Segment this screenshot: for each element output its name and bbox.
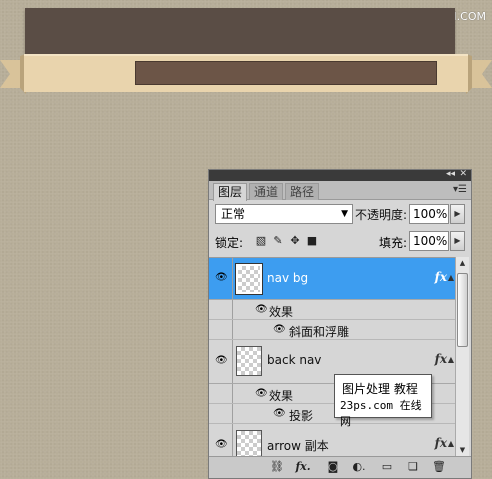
opacity-input[interactable]: 100%	[409, 204, 449, 224]
opacity-label: 不透明度:	[355, 208, 408, 222]
blend-row: 正常 ▼ 不透明度: 100% ▶	[213, 204, 467, 226]
bevel-emboss-label: 斜面和浮雕	[289, 325, 350, 339]
scroll-up-icon[interactable]: ▲	[456, 257, 469, 270]
scroll-thumb[interactable]	[457, 273, 468, 347]
fx-icon[interactable]: fx	[435, 436, 447, 450]
panel-tabs: 图层 通道 路径 ▾☰	[209, 181, 471, 201]
lock-all-icon[interactable]: ■	[306, 234, 318, 247]
expand-effects-icon[interactable]: ▲	[448, 273, 454, 282]
blend-mode-select[interactable]: 正常 ▼	[215, 204, 353, 224]
tooltip-line-1: 图片处理 教程	[342, 382, 418, 396]
lock-paint-icon[interactable]: ✎	[272, 234, 284, 247]
nav-background-bar	[25, 8, 455, 54]
ribbon-inner-bar	[135, 61, 437, 85]
visibility-toggle[interactable]	[209, 300, 233, 319]
visibility-toggle[interactable]: 👁	[209, 340, 233, 383]
layer-thumbnail	[235, 263, 263, 295]
fill-label: 填充:	[379, 236, 408, 250]
layers-scrollbar[interactable]: ▲ ▼	[455, 257, 469, 457]
fill-input[interactable]: 100%	[409, 231, 449, 251]
lock-label: 锁定:	[215, 236, 244, 250]
blend-mode-value: 正常	[221, 207, 246, 221]
effect-bevel-row[interactable]: 👁 斜面和浮雕	[209, 320, 455, 340]
opacity-arrow-icon[interactable]: ▶	[450, 204, 465, 224]
visibility-toggle[interactable]	[209, 320, 233, 339]
panel-bottom-toolbar: ⛓ fx. ◙ ◐. ▭ ❏ 🗑	[209, 456, 471, 478]
lock-move-icon[interactable]: ✥	[289, 234, 301, 247]
new-layer-icon[interactable]: ❏	[405, 460, 421, 474]
layer-name[interactable]: arrow 副本	[267, 437, 329, 454]
layer-thumbnail	[236, 346, 262, 376]
effects-row[interactable]: 👁 效果	[209, 300, 455, 320]
fx-icon[interactable]: fx	[435, 270, 447, 284]
expand-effects-icon[interactable]: ▲	[448, 439, 454, 448]
add-mask-icon[interactable]: ◙	[325, 460, 341, 474]
panel-title-bar[interactable]: ◂◂ ✕	[209, 169, 471, 181]
close-icon[interactable]: ✕	[459, 169, 467, 180]
link-layers-icon[interactable]: ⛓	[269, 460, 285, 474]
drop-shadow-label: 投影	[289, 409, 314, 423]
visibility-toggle[interactable]: 👁	[209, 258, 233, 299]
lock-row: 锁定: ▧ ✎ ✥ ■ 填充: 100% ▶	[213, 231, 467, 253]
chevron-down-icon: ▼	[341, 209, 348, 219]
expand-effects-icon[interactable]: ▲	[448, 355, 454, 364]
layer-name[interactable]: nav bg	[267, 271, 308, 285]
layer-name[interactable]: back nav	[267, 353, 321, 367]
fx-icon[interactable]: fx	[435, 352, 447, 366]
tooltip-line-2: 23ps.com 在线网	[340, 399, 422, 428]
trash-icon[interactable]: 🗑	[431, 460, 447, 474]
tab-layers[interactable]: 图层	[213, 183, 248, 201]
tab-paths[interactable]: 路径	[285, 183, 320, 200]
panel-menu-icon[interactable]: ▾☰	[453, 184, 467, 195]
visibility-toggle[interactable]	[209, 404, 233, 423]
visibility-toggle[interactable]	[209, 384, 233, 403]
add-layer-style-icon[interactable]: fx.	[295, 460, 311, 474]
visibility-toggle[interactable]: 👁	[209, 424, 233, 457]
eye-icon[interactable]: 👁	[273, 409, 286, 419]
layer-thumbnail	[236, 430, 262, 457]
lock-transparent-icon[interactable]: ▧	[255, 234, 267, 247]
layers-panel: ◂◂ ✕ 图层 通道 路径 ▾☰ 正常 ▼ 不透明度: 100% ▶ 锁定: ▧…	[208, 169, 472, 479]
tab-channels[interactable]: 通道	[249, 183, 284, 200]
new-group-icon[interactable]: ▭	[379, 460, 395, 474]
fill-arrow-icon[interactable]: ▶	[450, 231, 465, 251]
collapse-icon[interactable]: ◂◂	[446, 169, 455, 180]
watermark-tooltip: 图片处理 教程 23ps.com 在线网	[334, 374, 432, 428]
effects-label: 效果	[269, 389, 294, 403]
layer-row-nav-bg[interactable]: 👁 nav bg fx ▲	[209, 258, 455, 300]
eye-icon[interactable]: 👁	[215, 273, 228, 283]
eye-icon[interactable]: 👁	[215, 356, 228, 366]
eye-icon[interactable]: 👁	[255, 389, 268, 399]
eye-icon[interactable]: 👁	[273, 325, 286, 335]
adjustment-layer-icon[interactable]: ◐.	[351, 460, 367, 474]
eye-icon[interactable]: 👁	[255, 305, 268, 315]
eye-icon[interactable]: 👁	[215, 440, 228, 450]
effects-label: 效果	[269, 305, 294, 319]
